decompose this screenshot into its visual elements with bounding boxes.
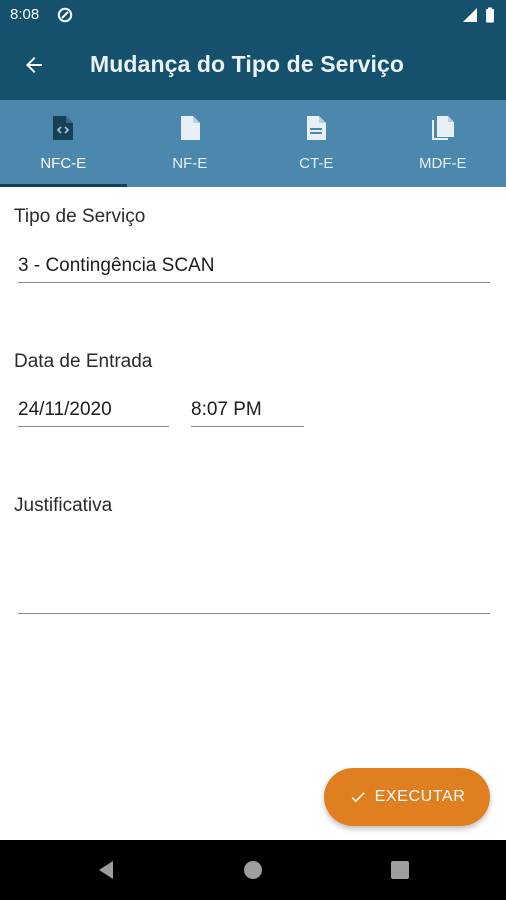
- status-bar: 8:08: [0, 0, 506, 30]
- document-icon: [180, 116, 200, 140]
- tab-nfc-e[interactable]: NFC-E: [0, 100, 127, 187]
- active-tab-indicator: [0, 184, 127, 187]
- justification-underline: [18, 613, 490, 614]
- entry-date-underline: [18, 426, 169, 427]
- entry-date-field[interactable]: 24/11/2020: [18, 399, 112, 421]
- data-saver-icon: [57, 7, 73, 23]
- code-document-icon: [53, 116, 74, 140]
- justification-field[interactable]: [18, 560, 490, 610]
- service-type-underline: [18, 282, 490, 283]
- text-document-icon: [307, 116, 327, 140]
- status-time: 8:08: [10, 6, 40, 23]
- service-type-select[interactable]: 3 - Contingência SCAN: [18, 255, 214, 277]
- arrow-back-icon: [26, 57, 42, 73]
- signal-icon: [463, 8, 477, 22]
- back-triangle-icon[interactable]: [94, 858, 118, 882]
- recents-square-icon[interactable]: [388, 858, 412, 882]
- check-icon: [351, 792, 365, 803]
- document-type-tabs: NFC-E NF-E CT-E MDF-E: [0, 100, 506, 187]
- tab-label: CT-E: [299, 155, 334, 172]
- home-circle-icon[interactable]: [241, 858, 265, 882]
- execute-button-label: EXECUTAR: [374, 788, 466, 805]
- execute-button[interactable]: EXECUTAR: [324, 768, 490, 826]
- tab-mdf-e[interactable]: MDF-E: [380, 100, 506, 187]
- status-right-icons: [463, 7, 494, 23]
- service-type-label: Tipo de Serviço: [14, 206, 146, 227]
- entry-date-label: Data de Entrada: [14, 351, 153, 372]
- entry-time-underline: [191, 426, 304, 427]
- tab-label: NF-E: [172, 155, 208, 172]
- tab-ct-e[interactable]: CT-E: [253, 100, 380, 187]
- back-button[interactable]: [14, 47, 54, 83]
- battery-icon: [486, 7, 494, 23]
- entry-time-field[interactable]: 8:07 PM: [191, 399, 262, 421]
- tab-label: NFC-E: [40, 155, 87, 172]
- justification-label: Justificativa: [14, 495, 113, 516]
- tab-label: MDF-E: [419, 155, 467, 172]
- tab-nf-e[interactable]: NF-E: [127, 100, 254, 187]
- system-nav-bar: [0, 840, 506, 900]
- app-bar: Mudança do Tipo de Serviço: [0, 30, 506, 100]
- page-title: Mudança do Tipo de Serviço: [90, 51, 405, 77]
- stacked-documents-icon: [431, 116, 454, 140]
